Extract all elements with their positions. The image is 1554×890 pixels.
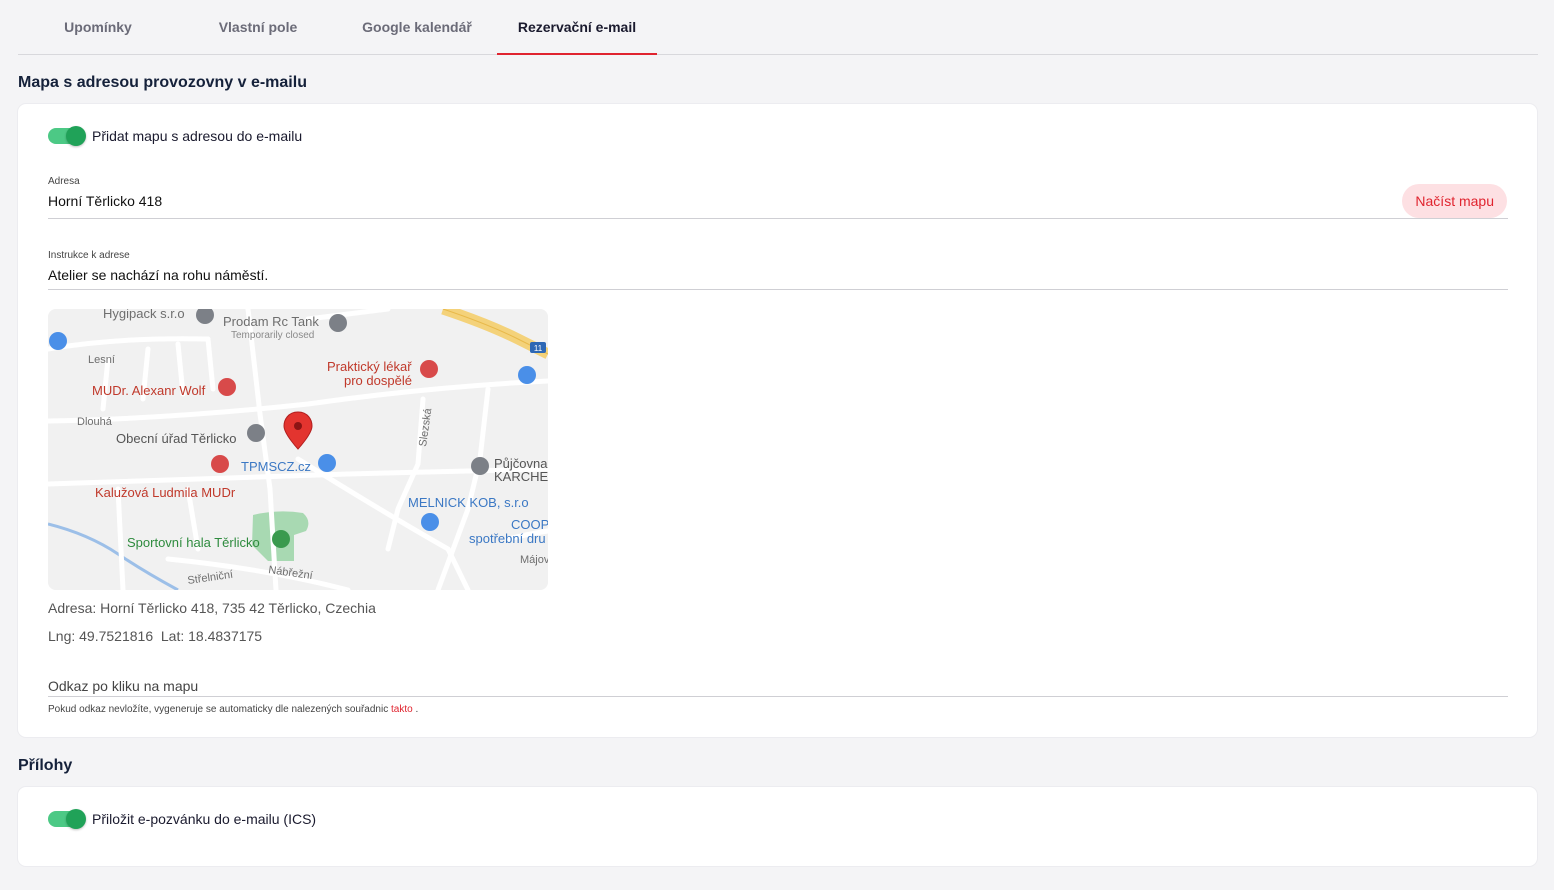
map-link-hint: Pokud odkaz nevložíte, vygeneruje se aut… (48, 704, 419, 715)
map-label-melnick: MELNICK KOB, s.r.o (408, 495, 529, 510)
add-map-toggle[interactable] (48, 126, 86, 146)
road-number: 11 (534, 344, 543, 353)
tab-vlastni-pole[interactable]: Vlastní pole (178, 0, 338, 54)
map-label-prakticky: Praktický lékař (327, 359, 412, 374)
map-section-title: Mapa s adresou provozovny v e-mailu (18, 74, 307, 91)
attachments-section-card: Přiložit e-pozvánku do e-mailu (ICS) (18, 787, 1537, 866)
map-link-field[interactable]: Odkaz po kliku na mapu (48, 676, 1508, 697)
map-label-prodam: Prodam Rc Tank (223, 314, 319, 329)
map-preview[interactable]: 11 Hygipack s.r.o Prodam Rc Tank Tempora… (48, 309, 548, 590)
map-label-tpmscz: TPMSCZ.cz (241, 459, 311, 474)
map-label-karcher: KARCHE (494, 469, 548, 484)
map-section-card: Přidat mapu s adresou do e-mailu Adresa … (18, 104, 1537, 737)
add-map-toggle-row: Přidat mapu s adresou do e-mailu (48, 126, 303, 146)
attachments-section-title: Přílohy (18, 757, 73, 774)
tab-bar: Upomínky Vlastní pole Google kalendář Re… (18, 0, 1538, 55)
map-label-dlouha: Dlouhá (77, 416, 113, 428)
map-label-wolf: MUDr. Alexanr Wolf (92, 383, 206, 398)
hint-link-takto[interactable]: takto (391, 704, 413, 715)
ics-toggle-row: Přiložit e-pozvánku do e-mailu (ICS) (48, 809, 317, 829)
map-label-sportovni-hala: Sportovní hala Těrlicko (127, 535, 260, 550)
map-label-pro-dospele: pro dospělé (344, 373, 412, 388)
map-link-placeholder: Odkaz po kliku na mapu (48, 678, 199, 694)
map-label-temp-closed: Temporarily closed (231, 330, 314, 341)
tab-google-kalendar[interactable]: Google kalendář (337, 0, 497, 54)
tab-rezervacni-email[interactable]: Rezervační e-mail (497, 0, 657, 55)
map-label-hygipack: Hygipack s.r.o (103, 309, 185, 321)
map-label-coop: COOP (511, 517, 548, 532)
ics-toggle[interactable] (48, 809, 86, 829)
map-label-obecni-urad: Obecní úřad Těrlicko (116, 431, 236, 446)
instructions-value: Atelier se nachází na rohu náměstí. (48, 267, 269, 283)
address-field[interactable]: Adresa Horní Těrlicko 418 (48, 176, 1508, 219)
map-label-lesni: Lesní (88, 354, 115, 366)
address-label: Adresa (48, 176, 80, 187)
instructions-field[interactable]: Instrukce k adrese Atelier se nachází na… (48, 250, 1508, 290)
resolved-address: Adresa: Horní Těrlicko 418, 735 42 Těrli… (48, 600, 376, 616)
map-label-kaluzova: Kalužová Ludmila MUDr (95, 485, 236, 500)
coordinates: Lng: 49.7521816 Lat: 18.4837175 (48, 628, 263, 644)
map-label-majova: Májov (520, 554, 548, 566)
instructions-label: Instrukce k adrese (48, 250, 130, 261)
load-map-button[interactable]: Načíst mapu (1402, 184, 1507, 218)
ics-toggle-label: Přiložit e-pozvánku do e-mailu (ICS) (92, 811, 317, 827)
map-label-spotrebni: spotřební dru (469, 531, 546, 546)
address-value: Horní Těrlicko 418 (48, 193, 163, 209)
tab-upominky[interactable]: Upomínky (18, 0, 178, 54)
add-map-toggle-label: Přidat mapu s adresou do e-mailu (92, 128, 303, 144)
